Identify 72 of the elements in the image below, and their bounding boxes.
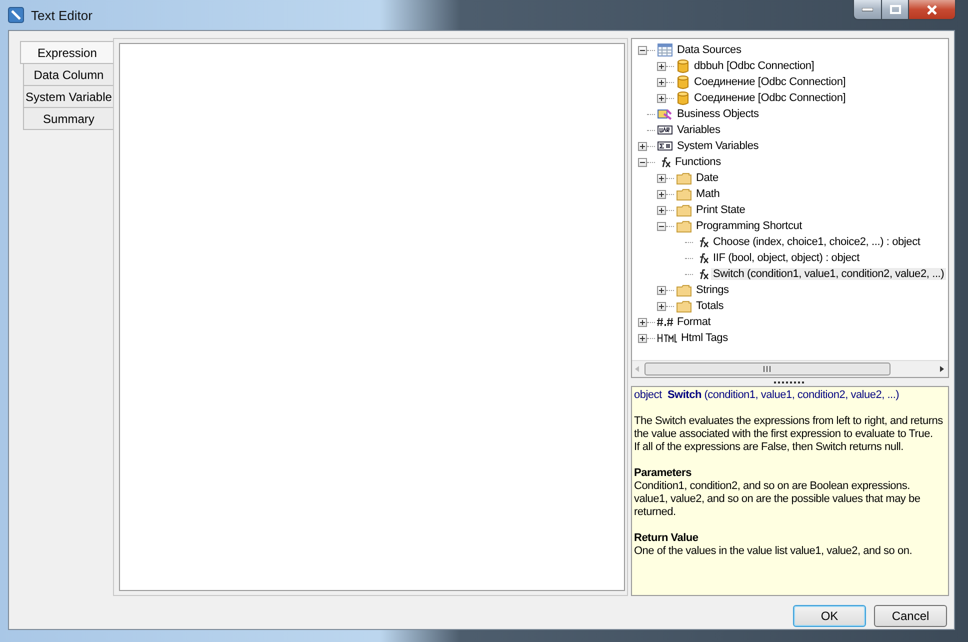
tree-item[interactable]: Format xyxy=(675,316,713,328)
expand-icon[interactable] xyxy=(657,190,666,198)
expand-icon[interactable] xyxy=(638,334,647,342)
tab[interactable]: Summary xyxy=(23,108,114,130)
minimize-button[interactable] xyxy=(854,0,881,19)
tree-item[interactable]: Date xyxy=(694,172,720,184)
objects-icon xyxy=(657,106,673,122)
section-heading: Parameters xyxy=(634,467,692,480)
tree-item[interactable]: Соединение [Odbc Connection] xyxy=(692,76,848,88)
minimize-icon xyxy=(862,8,873,12)
tree-item[interactable]: Totals xyxy=(694,300,726,312)
number-format-icon xyxy=(657,317,673,327)
collapse-icon[interactable] xyxy=(638,158,647,166)
description-text: If all of the expressions are False, then Switch returns null. xyxy=(634,441,904,454)
function-signature: object Switch (condition1, value1, condition2, value2, ...) xyxy=(634,389,900,402)
tree-item[interactable]: Strings xyxy=(694,284,731,296)
folder-icon xyxy=(676,284,692,296)
tree-item[interactable]: System Variables xyxy=(675,140,761,152)
tree-item[interactable]: Print State xyxy=(694,204,748,216)
section-heading: Return Value xyxy=(634,532,700,545)
maximize-icon xyxy=(890,5,900,14)
description-text: One of the values in the value list value1, value2, and so on. xyxy=(634,545,914,558)
horizontal-scrollbar[interactable] xyxy=(632,360,948,377)
tree-item[interactable]: Programming Shortcut xyxy=(694,220,804,232)
tree-item[interactable]: Html Tags xyxy=(679,332,730,344)
expand-icon[interactable] xyxy=(657,94,666,102)
expand-icon[interactable] xyxy=(657,286,666,294)
expand-icon[interactable] xyxy=(657,78,666,86)
folder-icon xyxy=(676,204,692,216)
tab[interactable]: Expression xyxy=(20,41,114,64)
expand-icon[interactable] xyxy=(657,206,666,214)
close-icon xyxy=(926,4,938,14)
folder-icon xyxy=(676,172,692,184)
markup-icon xyxy=(657,333,677,343)
folder-icon xyxy=(676,300,692,312)
expand-icon[interactable] xyxy=(638,318,647,326)
tree-item[interactable]: Data Sources xyxy=(675,44,744,56)
database-icon xyxy=(676,91,690,105)
folder-icon xyxy=(676,188,692,200)
system-variable-icon xyxy=(657,140,673,152)
tab[interactable]: System Variable xyxy=(23,86,114,108)
database-icon xyxy=(676,75,690,89)
window-title: Text Editor xyxy=(31,8,92,22)
tree-item[interactable]: dbbuh [Odbc Connection] xyxy=(692,60,816,72)
description-text: value1, value2, and so on are the possible values that may be returned. xyxy=(634,493,922,519)
collapse-icon[interactable] xyxy=(657,222,666,230)
tab[interactable]: Data Column xyxy=(23,64,114,86)
maximize-button[interactable] xyxy=(881,0,908,19)
close-button[interactable] xyxy=(908,0,955,19)
tree-item[interactable]: IIF (bool, object, object) : object xyxy=(711,252,862,264)
expand-icon[interactable] xyxy=(657,302,666,310)
database-icon xyxy=(676,59,690,73)
expand-icon[interactable] xyxy=(638,142,647,150)
description-text: The Switch evaluates the expressions from left to right, and returns the value associated with the first expression to evaluate to True. xyxy=(634,415,944,441)
tree-item[interactable]: Math xyxy=(694,188,722,200)
tree-item[interactable]: Choose (index, choice1, choice2, ...) : object xyxy=(711,236,922,248)
expand-icon[interactable] xyxy=(657,174,666,182)
tree-item[interactable]: Switch (condition1, value1, condition2, value2, ...) xyxy=(711,268,946,280)
expand-icon[interactable] xyxy=(657,62,666,70)
collapse-icon[interactable] xyxy=(638,46,647,54)
folder-icon xyxy=(676,220,692,232)
table-icon xyxy=(657,43,673,57)
splitter-grip-icon[interactable] xyxy=(773,380,807,384)
tree-item[interactable]: Variables xyxy=(675,124,722,136)
variable-icon xyxy=(657,124,673,136)
app-icon xyxy=(8,7,24,23)
tree-item[interactable]: Functions xyxy=(673,156,723,168)
tree-item[interactable]: Соединение [Odbc Connection] xyxy=(692,92,848,104)
tree-item[interactable]: Business Objects xyxy=(675,108,761,120)
dialog-button[interactable]: Cancel xyxy=(874,605,947,627)
description-text: Condition1, condition2, and so on are Boolean expressions. xyxy=(634,480,911,493)
dialog-button[interactable]: OK xyxy=(793,605,866,627)
